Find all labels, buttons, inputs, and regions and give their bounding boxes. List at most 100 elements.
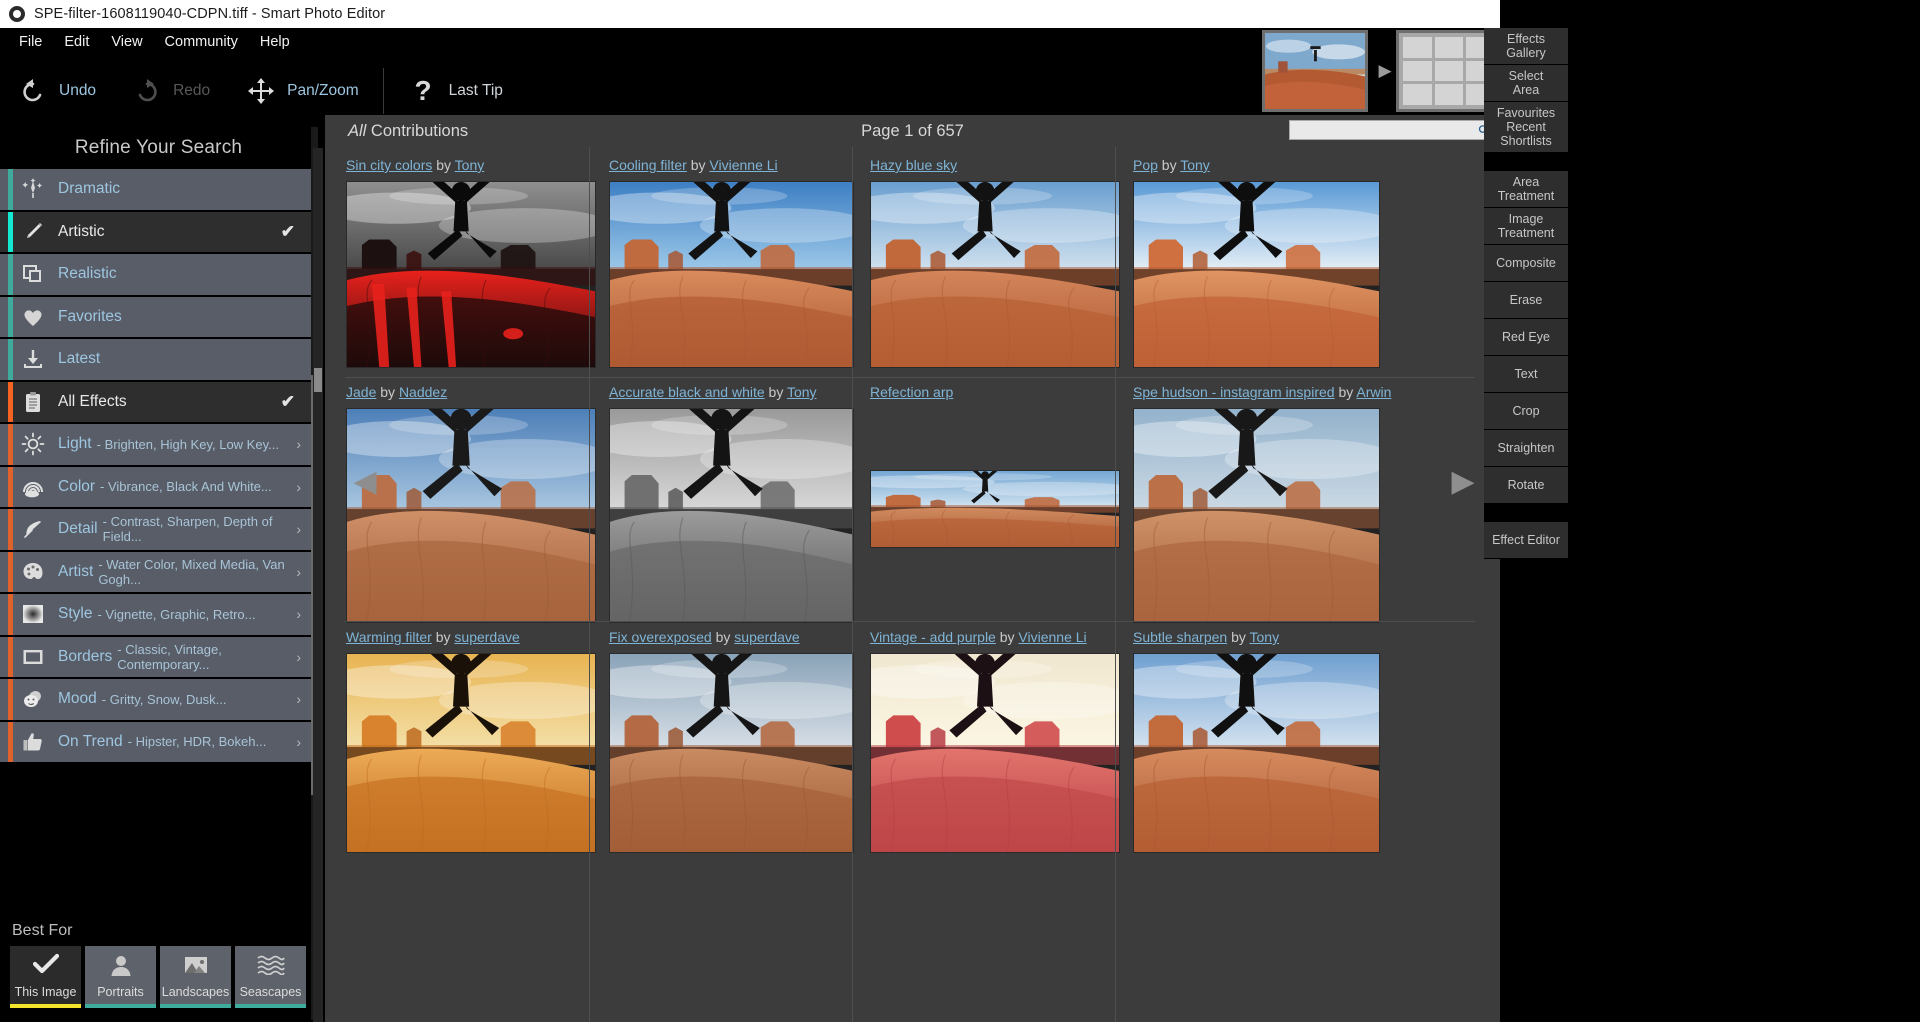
- prev-page-arrow[interactable]: ◀: [352, 465, 378, 499]
- effect-name-link[interactable]: Warming filter: [346, 629, 432, 645]
- redo-button[interactable]: Redo: [114, 55, 228, 127]
- effect-thumbnail[interactable]: [609, 408, 854, 623]
- effect-thumbnail[interactable]: [346, 181, 596, 368]
- best-for-tab-portraits[interactable]: Portraits: [85, 946, 156, 1008]
- effect-name-link[interactable]: Fix overexposed: [609, 629, 712, 645]
- effect-name-link[interactable]: Pop: [1133, 157, 1158, 173]
- sidebar-item-all-effects[interactable]: All Effects✔: [0, 382, 317, 423]
- effect-thumbnail[interactable]: [1133, 181, 1380, 368]
- sidebar-item-mood[interactable]: Mood- Gritty, Snow, Dusk...›: [0, 679, 317, 720]
- effect-author-link[interactable]: Tony: [455, 157, 485, 173]
- effect-name-link[interactable]: Spe hudson - instagram inspired: [1133, 384, 1335, 400]
- effect-card[interactable]: Pop by Tony: [1133, 157, 1380, 368]
- effect-card[interactable]: Spe hudson - instagram inspired by Arwin: [1133, 384, 1380, 623]
- chevron-right-icon[interactable]: ›: [296, 649, 301, 665]
- best-for-tab-this-image[interactable]: This Image: [10, 946, 81, 1008]
- effect-card[interactable]: Sin city colors by Tony: [346, 157, 596, 368]
- effect-thumbnail[interactable]: [870, 181, 1120, 368]
- effect-author-link[interactable]: superdave: [454, 629, 519, 645]
- effect-thumbnail[interactable]: [1133, 408, 1380, 623]
- sidebar-item-favorites[interactable]: Favorites: [0, 297, 317, 338]
- right-panel-area-treatment[interactable]: AreaTreatment: [1484, 171, 1568, 208]
- right-panel-image-treatment[interactable]: ImageTreatment: [1484, 208, 1568, 245]
- chevron-right-icon[interactable]: ›: [296, 479, 301, 495]
- chevron-right-icon[interactable]: ›: [296, 606, 301, 622]
- chevron-right-icon[interactable]: ›: [296, 564, 301, 580]
- effect-author-link[interactable]: Vivienne Li: [1018, 629, 1086, 645]
- effect-card[interactable]: Accurate black and white by Tony: [609, 384, 854, 623]
- effect-name-link[interactable]: Accurate black and white: [609, 384, 765, 400]
- effect-name-link[interactable]: Hazy blue sky: [870, 157, 957, 173]
- effect-name-link[interactable]: Jade: [346, 384, 376, 400]
- effect-card[interactable]: Jade by Naddez: [346, 384, 596, 623]
- center-scrollbar-thumb[interactable]: [314, 368, 322, 392]
- effect-card[interactable]: Cooling filter by Vivienne Li: [609, 157, 854, 368]
- right-panel-effect-editor[interactable]: Effect Editor: [1484, 522, 1568, 559]
- effect-thumbnail[interactable]: [1133, 653, 1380, 853]
- menu-edit[interactable]: Edit: [53, 31, 100, 53]
- effect-author-link[interactable]: Tony: [787, 384, 817, 400]
- effect-author-link[interactable]: superdave: [734, 629, 799, 645]
- original-image-preview[interactable]: [1262, 30, 1368, 112]
- right-panel-effects-gallery[interactable]: EffectsGallery: [1484, 28, 1568, 65]
- effect-thumbnail[interactable]: [609, 181, 854, 368]
- effect-author-link[interactable]: Vivienne Li: [709, 157, 777, 173]
- center-scrollbar[interactable]: [313, 148, 323, 1022]
- effect-thumbnail[interactable]: [870, 470, 1120, 548]
- menu-file[interactable]: File: [8, 31, 53, 53]
- effect-name-link[interactable]: Vintage - add purple: [870, 629, 996, 645]
- chevron-right-icon[interactable]: ›: [296, 691, 301, 707]
- menu-community[interactable]: Community: [154, 31, 249, 53]
- effect-thumbnail[interactable]: [346, 408, 596, 623]
- effect-author-link[interactable]: Arwin: [1356, 384, 1391, 400]
- sidebar-item-artistic[interactable]: Artistic✔: [0, 212, 317, 253]
- right-panel-straighten[interactable]: Straighten: [1484, 430, 1568, 467]
- right-panel-erase[interactable]: Erase: [1484, 282, 1568, 319]
- effect-card[interactable]: Warming filter by superdave: [346, 629, 596, 853]
- chevron-right-icon[interactable]: ›: [296, 436, 301, 452]
- effect-author-link[interactable]: Tony: [1180, 157, 1210, 173]
- sidebar-item-style[interactable]: Style- Vignette, Graphic, Retro...›: [0, 594, 317, 635]
- effect-author-link[interactable]: Naddez: [399, 384, 447, 400]
- sidebar-item-latest[interactable]: Latest: [0, 339, 317, 380]
- sidebar-item-borders[interactable]: Borders- Classic, Vintage, Contemporary.…: [0, 637, 317, 678]
- chevron-right-icon[interactable]: ›: [296, 734, 301, 750]
- sidebar-item-detail[interactable]: Detail- Contrast, Sharpen, Depth of Fiel…: [0, 509, 317, 550]
- sidebar-item-artist[interactable]: Artist- Water Color, Mixed Media, Van Go…: [0, 552, 317, 593]
- effect-thumbnail[interactable]: [609, 653, 854, 853]
- right-panel-favourites-recent-shortlists[interactable]: FavouritesRecentShortlists: [1484, 102, 1568, 153]
- right-panel-rotate[interactable]: Rotate: [1484, 467, 1568, 504]
- effect-thumbnail[interactable]: [346, 653, 596, 853]
- right-panel-text[interactable]: Text: [1484, 356, 1568, 393]
- right-panel-select-area[interactable]: SelectArea: [1484, 65, 1568, 102]
- effect-thumbnail[interactable]: [870, 653, 1120, 853]
- sidebar-item-realistic[interactable]: Realistic: [0, 254, 317, 295]
- best-for-tab-seascapes[interactable]: Seascapes: [235, 946, 306, 1008]
- undo-button[interactable]: Undo: [0, 55, 114, 127]
- effect-card[interactable]: Refection arp: [870, 384, 1120, 548]
- next-page-arrow[interactable]: ▶: [1450, 465, 1476, 499]
- right-panel-red-eye[interactable]: Red Eye: [1484, 319, 1568, 356]
- effect-card[interactable]: Hazy blue sky: [870, 157, 1120, 368]
- sidebar-item-light[interactable]: Light- Brighten, High Key, Low Key...›: [0, 424, 317, 465]
- effect-author-link[interactable]: Tony: [1250, 629, 1280, 645]
- search-input[interactable]: [1294, 123, 1478, 137]
- effect-name-link[interactable]: Subtle sharpen: [1133, 629, 1227, 645]
- effect-name-link[interactable]: Sin city colors: [346, 157, 432, 173]
- effect-card[interactable]: Subtle sharpen by Tony: [1133, 629, 1380, 853]
- effect-card[interactable]: Fix overexposed by superdave: [609, 629, 854, 853]
- right-panel-composite[interactable]: Composite: [1484, 245, 1568, 282]
- menu-help[interactable]: Help: [249, 31, 301, 53]
- menu-view[interactable]: View: [100, 31, 153, 53]
- effect-card[interactable]: Vintage - add purple by Vivienne Li: [870, 629, 1120, 853]
- best-for-tab-landscapes[interactable]: Landscapes: [160, 946, 231, 1008]
- effect-name-link[interactable]: Refection arp: [870, 384, 953, 400]
- sidebar-item-on-trend[interactable]: On Trend- Hipster, HDR, Bokeh...›: [0, 722, 317, 763]
- sidebar-item-dramatic[interactable]: Dramatic: [0, 169, 317, 210]
- chevron-right-icon[interactable]: ›: [296, 521, 301, 537]
- sidebar-item-color[interactable]: Color- Vibrance, Black And White...›: [0, 467, 317, 508]
- search-box[interactable]: [1289, 120, 1494, 140]
- thumb-next-arrow[interactable]: ▶: [1374, 30, 1396, 112]
- right-panel-crop[interactable]: Crop: [1484, 393, 1568, 430]
- effect-name-link[interactable]: Cooling filter: [609, 157, 687, 173]
